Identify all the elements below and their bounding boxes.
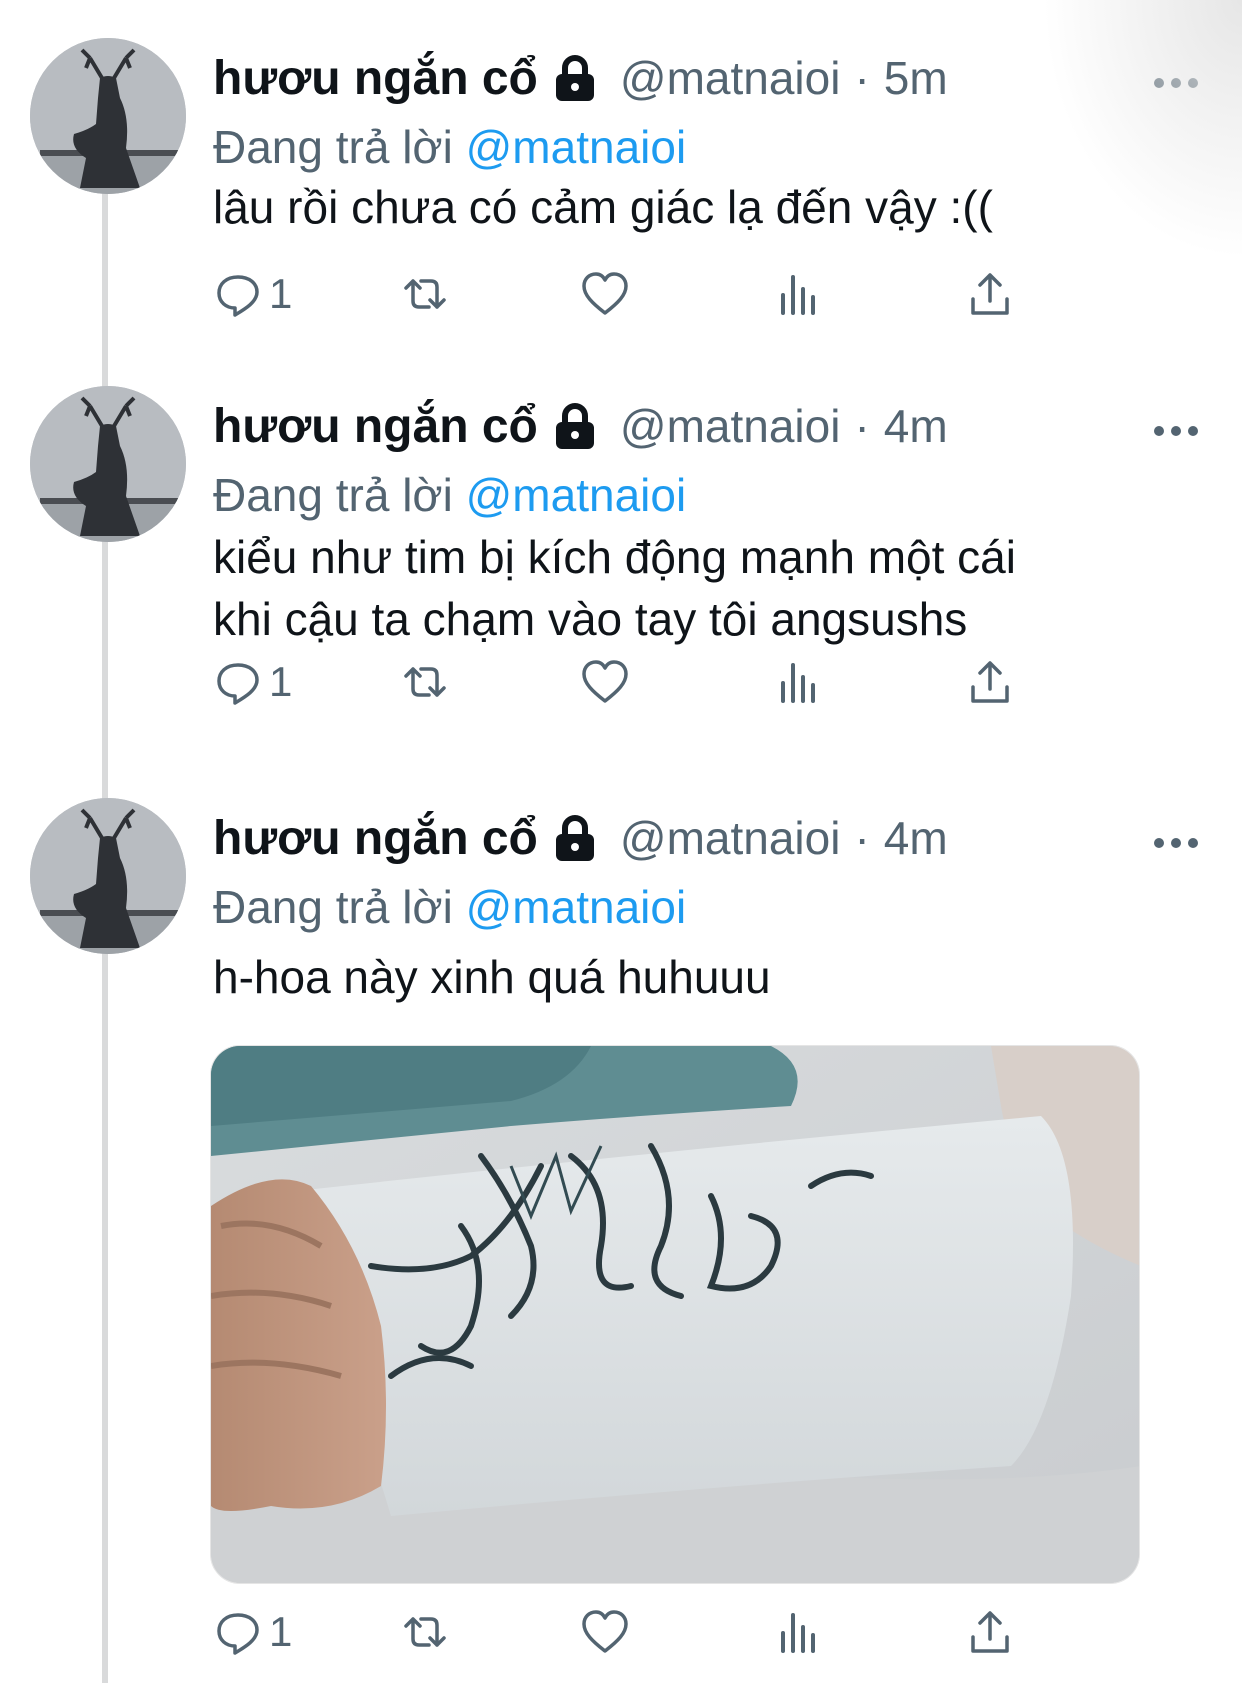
tweet-text-line: lâu rồi chưa có cảm giác lạ đến vậy :(( bbox=[213, 181, 993, 233]
timestamp[interactable]: 5m bbox=[884, 51, 948, 105]
timestamp[interactable]: 4m bbox=[884, 399, 948, 453]
tweet-header: hươu ngắn cổ @matnaioi · 4m bbox=[213, 396, 948, 456]
lock-icon bbox=[550, 401, 600, 451]
replying-prefix: Đang trả lời bbox=[213, 469, 453, 521]
replying-to-mention[interactable]: @matnaioi bbox=[466, 121, 687, 173]
reply-count: 1 bbox=[269, 658, 293, 705]
bar-chart-icon bbox=[773, 1607, 823, 1657]
reply-button[interactable]: 1 bbox=[213, 1602, 292, 1662]
photo-image bbox=[211, 1046, 1139, 1583]
avatar[interactable] bbox=[30, 798, 186, 954]
tweet-text: kiểu như tim bị kích động mạnh một cái k… bbox=[213, 526, 1016, 650]
heart-icon bbox=[580, 657, 630, 707]
like-button[interactable] bbox=[580, 652, 630, 712]
replying-prefix: Đang trả lời bbox=[213, 121, 453, 173]
like-button[interactable] bbox=[580, 264, 630, 324]
retweet-button[interactable] bbox=[400, 652, 450, 712]
tweet-text: h-hoa này xinh quá huhuuu bbox=[213, 946, 771, 1008]
analytics-button[interactable] bbox=[773, 1602, 823, 1662]
tweet-text: lâu rồi chưa có cảm giác lạ đến vậy :(( bbox=[213, 176, 993, 238]
author-name[interactable]: hươu ngắn cổ bbox=[213, 399, 538, 454]
bar-chart-icon bbox=[773, 269, 823, 319]
more-options-ellipsis-icon[interactable] bbox=[1154, 836, 1198, 850]
like-button[interactable] bbox=[580, 1602, 630, 1662]
replying-to-line: Đang trả lời @matnaioi bbox=[213, 880, 686, 934]
reply-count: 1 bbox=[269, 270, 293, 317]
separator-dot: · bbox=[854, 400, 870, 452]
tweet-text-line: kiểu như tim bị kích động mạnh một cái bbox=[213, 531, 1016, 583]
retweet-arrows-icon bbox=[400, 1607, 450, 1657]
author-handle[interactable]: @matnaioi bbox=[620, 399, 841, 453]
tweet-header: hươu ngắn cổ @matnaioi · 4m bbox=[213, 808, 948, 868]
share-button[interactable] bbox=[965, 264, 1015, 324]
heart-icon bbox=[580, 269, 630, 319]
tweet-actions: 1 bbox=[213, 652, 1113, 712]
share-button[interactable] bbox=[965, 652, 1015, 712]
share-upload-icon bbox=[965, 657, 1015, 707]
author-name[interactable]: hươu ngắn cổ bbox=[213, 811, 538, 866]
replying-to-mention[interactable]: @matnaioi bbox=[466, 881, 687, 933]
tweet-text-line: khi cậu ta chạm vào tay tôi angsushs bbox=[213, 593, 968, 645]
author-handle[interactable]: @matnaioi bbox=[620, 51, 841, 105]
author-name[interactable]: hươu ngắn cổ bbox=[213, 51, 538, 106]
retweet-button[interactable] bbox=[400, 1602, 450, 1662]
reply-button[interactable]: 1 bbox=[213, 264, 292, 324]
author-handle[interactable]: @matnaioi bbox=[620, 811, 841, 865]
tweet-header: hươu ngắn cổ @matnaioi · 5m bbox=[213, 48, 948, 108]
reply-button[interactable]: 1 bbox=[213, 652, 292, 712]
retweet-button[interactable] bbox=[400, 264, 450, 324]
replying-to-line: Đang trả lời @matnaioi bbox=[213, 468, 686, 522]
bar-chart-icon bbox=[773, 657, 823, 707]
analytics-button[interactable] bbox=[773, 652, 823, 712]
analytics-button[interactable] bbox=[773, 264, 823, 324]
avatar[interactable] bbox=[30, 38, 186, 194]
replying-to-mention[interactable]: @matnaioi bbox=[466, 469, 687, 521]
retweet-arrows-icon bbox=[400, 269, 450, 319]
lock-icon bbox=[550, 813, 600, 863]
speech-bubble-icon bbox=[213, 657, 263, 707]
avatar[interactable] bbox=[30, 386, 186, 542]
timestamp[interactable]: 4m bbox=[884, 811, 948, 865]
replying-prefix: Đang trả lời bbox=[213, 881, 453, 933]
replying-to-line: Đang trả lời @matnaioi bbox=[213, 120, 686, 174]
twitter-thread-page: hươu ngắn cổ @matnaioi · 5m Đang trả lời… bbox=[0, 0, 1242, 1683]
lock-icon bbox=[550, 53, 600, 103]
share-button[interactable] bbox=[965, 1602, 1015, 1662]
separator-dot: · bbox=[854, 812, 870, 864]
heart-icon bbox=[580, 1607, 630, 1657]
share-upload-icon bbox=[965, 269, 1015, 319]
share-upload-icon bbox=[965, 1607, 1015, 1657]
more-options-ellipsis-icon[interactable] bbox=[1154, 76, 1198, 90]
tweet-media-photo[interactable] bbox=[210, 1045, 1140, 1584]
more-options-ellipsis-icon[interactable] bbox=[1154, 424, 1198, 438]
reply-count: 1 bbox=[269, 1608, 293, 1655]
tweet-actions: 1 bbox=[213, 264, 1113, 324]
separator-dot: · bbox=[854, 52, 870, 104]
tweet-actions: 1 bbox=[213, 1602, 1113, 1662]
speech-bubble-icon bbox=[213, 1607, 263, 1657]
retweet-arrows-icon bbox=[400, 657, 450, 707]
tweet-text-line: h-hoa này xinh quá huhuuu bbox=[213, 951, 771, 1003]
speech-bubble-icon bbox=[213, 269, 263, 319]
